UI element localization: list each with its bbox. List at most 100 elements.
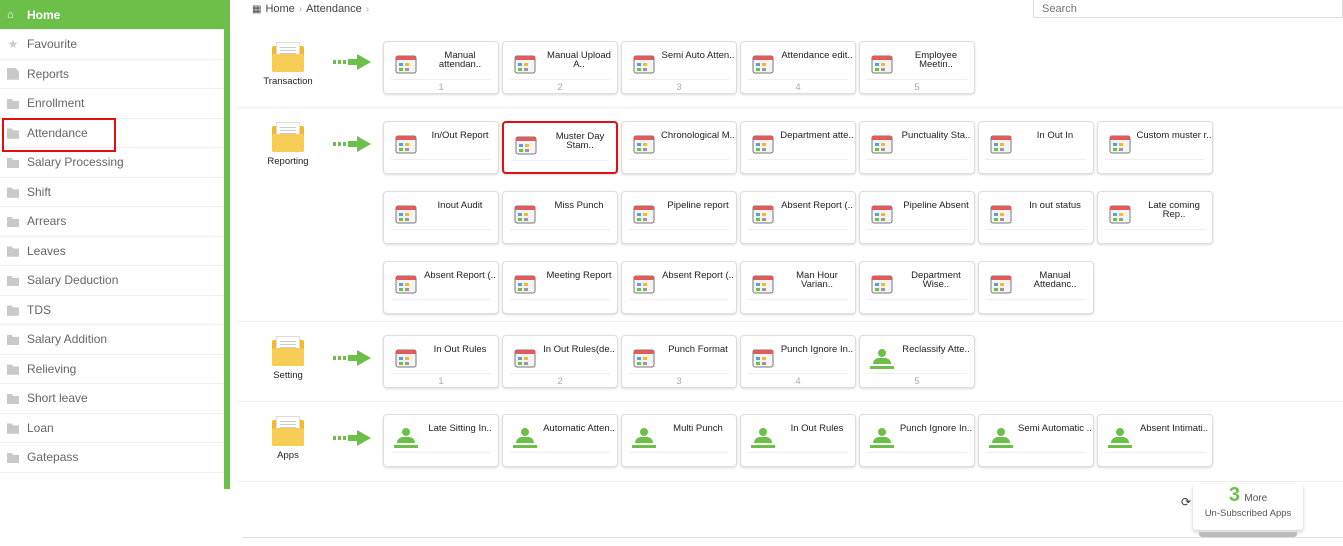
- tile-absent-report[interactable]: Absent Report (..: [383, 261, 499, 314]
- sidebar-item-label: Leaves: [27, 243, 66, 258]
- refresh-icon[interactable]: ⟳: [1181, 495, 1191, 509]
- tile-manual-attedanc[interactable]: Manual Attedanc..: [978, 261, 1094, 314]
- report-icon: [989, 132, 1013, 156]
- unsubscribed-label: Un-Subscribed Apps: [1204, 508, 1292, 519]
- report-icon: [394, 202, 418, 226]
- tile-in-out-rules[interactable]: In Out Rules: [740, 414, 856, 467]
- tile-divider: [986, 452, 1086, 453]
- tile-punctuality-sta[interactable]: Punctuality Sta..: [859, 121, 975, 174]
- tile-number: 5: [914, 376, 920, 387]
- tile-chronological-m[interactable]: Chronological M..: [621, 121, 737, 174]
- section-folder-setting[interactable]: Setting: [258, 336, 318, 381]
- report-icon: [870, 52, 894, 76]
- sidebar-item-tds[interactable]: TDS: [0, 296, 224, 325]
- tile-absent-intimati[interactable]: Absent Intimati..: [1097, 414, 1213, 467]
- report-icon: [870, 272, 894, 296]
- tile-man-hour-varian[interactable]: Man Hour Varian..: [740, 261, 856, 314]
- tile-divider: [391, 229, 491, 230]
- tile-number: 4: [795, 82, 801, 93]
- sidebar-item-gatepass[interactable]: Gatepass: [0, 443, 224, 473]
- tile-divider: [510, 299, 610, 300]
- tile-label: In Out In: [1036, 130, 1074, 141]
- tile-employee-meetin[interactable]: Employee Meetin.. 5: [859, 41, 975, 94]
- tile-manual-attendan[interactable]: Manual attendan.. 1: [383, 41, 499, 94]
- tile-label: Pipeline Absent: [903, 200, 969, 211]
- sidebar-item-salary-deduction[interactable]: Salary Deduction: [0, 266, 224, 296]
- sidebar-item-enrollment[interactable]: Enrollment: [0, 89, 224, 119]
- tile-in-out-report[interactable]: In/Out Report: [383, 121, 499, 174]
- tile-automatic-atten[interactable]: Automatic Atten..: [502, 414, 618, 467]
- tile-inout-audit[interactable]: Inout Audit: [383, 191, 499, 244]
- sidebar-item-label: Reports: [27, 66, 70, 81]
- tile-department-wise[interactable]: Department Wise..: [859, 261, 975, 314]
- report-icon: [751, 132, 775, 156]
- sidebar-item-short-leave[interactable]: Short leave: [0, 384, 224, 414]
- tile-absent-report[interactable]: Absent Report (..: [621, 261, 737, 314]
- sidebar-item-label: Relieving: [27, 361, 77, 376]
- divider: [242, 537, 1343, 538]
- tile-in-out-in[interactable]: In Out In: [978, 121, 1094, 174]
- tile-label: Absent Report (..: [662, 270, 734, 281]
- tile-reclassify-atte[interactable]: Reclassify Atte.. 5: [859, 335, 975, 388]
- breadcrumb-home[interactable]: Home: [265, 3, 294, 15]
- tile-pipeline-absent[interactable]: Pipeline Absent: [859, 191, 975, 244]
- tile-divider: [748, 452, 848, 453]
- tile-late-coming-rep[interactable]: Late coming Rep..: [1097, 191, 1213, 244]
- tile-meeting-report[interactable]: Meeting Report: [502, 261, 618, 314]
- search-input[interactable]: [1033, 0, 1343, 18]
- tile-punch-ignore-in[interactable]: Punch Ignore In.. 4: [740, 335, 856, 388]
- report-icon: [632, 346, 656, 370]
- tile-label: Punch Ignore In..: [780, 344, 854, 355]
- section-folder-reporting[interactable]: Reporting: [258, 122, 318, 167]
- tile-custom-muster-r[interactable]: Custom muster r..: [1097, 121, 1213, 174]
- tile-absent-report[interactable]: Absent Report (..: [740, 191, 856, 244]
- report-icon: [513, 272, 537, 296]
- tile-divider: [629, 452, 729, 453]
- sidebar-item-arrears[interactable]: Arrears: [0, 207, 224, 237]
- sidebar-item-home[interactable]: ⌂ Home: [0, 0, 224, 30]
- tile-semi-automatic[interactable]: Semi Automatic ..: [978, 414, 1094, 467]
- sidebar-item-salary-addition[interactable]: Salary Addition: [0, 325, 224, 355]
- sidebar-item-label: Home: [27, 7, 61, 22]
- folder-icon: [272, 122, 304, 152]
- tile-label: Manual Upload A..: [547, 50, 611, 70]
- sidebar-item-shift[interactable]: Shift: [0, 178, 224, 207]
- tile-label: Automatic Atten..: [543, 423, 615, 434]
- tile-muster-day-stam[interactable]: Muster Day Stam..: [502, 121, 618, 174]
- tile-divider: [510, 373, 610, 374]
- tile-in-out-rules-de[interactable]: In Out Rules(de.. 2: [502, 335, 618, 388]
- tile-manual-upload-a[interactable]: Manual Upload A.. 2: [502, 41, 618, 94]
- tile-punch-format[interactable]: Punch Format 3: [621, 335, 737, 388]
- sidebar-item-favourite[interactable]: ★ Favourite: [0, 30, 224, 60]
- section-folder-transaction[interactable]: Transaction: [258, 42, 318, 87]
- tile-in-out-rules[interactable]: In Out Rules 1: [383, 335, 499, 388]
- tile-attendance-edit[interactable]: Attendance edit.. 4: [740, 41, 856, 94]
- tile-late-sitting-in[interactable]: Late Sitting In..: [383, 414, 499, 467]
- person-icon: [1108, 425, 1132, 449]
- sidebar-item-loan[interactable]: Loan: [0, 414, 224, 443]
- section-folder-apps[interactable]: Apps: [258, 416, 318, 461]
- tile-label: Attendance edit..: [781, 50, 853, 61]
- folder-icon: [7, 453, 19, 464]
- tile-miss-punch[interactable]: Miss Punch: [502, 191, 618, 244]
- sidebar-item-reports[interactable]: Reports: [0, 60, 224, 89]
- folder-icon: [7, 423, 19, 434]
- breadcrumb-current: Attendance: [306, 3, 362, 15]
- tile-punch-ignore-in[interactable]: Punch Ignore In..: [859, 414, 975, 467]
- tile-pipeline-report[interactable]: Pipeline report: [621, 191, 737, 244]
- report-icon: [751, 202, 775, 226]
- folder-icon: [7, 364, 19, 375]
- tile-multi-punch[interactable]: Multi Punch: [621, 414, 737, 467]
- tile-divider: [629, 229, 729, 230]
- unsubscribed-apps-card[interactable]: 3 More Un-Subscribed Apps: [1193, 484, 1303, 537]
- tile-divider: [867, 229, 967, 230]
- sidebar-item-salary-processing[interactable]: Salary Processing: [0, 148, 224, 178]
- tile-in-out-status[interactable]: In out status: [978, 191, 1094, 244]
- tile-department-atte[interactable]: Department atte..: [740, 121, 856, 174]
- report-icon: [989, 272, 1013, 296]
- sidebar-item-attendance[interactable]: Attendance: [0, 117, 224, 151]
- tile-label: Man Hour Varian..: [796, 270, 838, 290]
- tile-semi-auto-atten[interactable]: Semi Auto Atten.. 3: [621, 41, 737, 94]
- sidebar-item-leaves[interactable]: Leaves: [0, 237, 224, 266]
- sidebar-item-relieving[interactable]: Relieving: [0, 355, 224, 384]
